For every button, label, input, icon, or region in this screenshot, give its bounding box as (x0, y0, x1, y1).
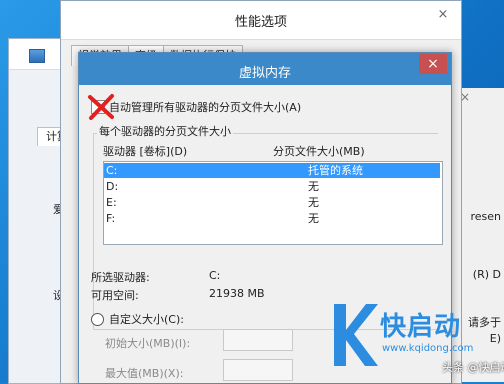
dialog-titlebar: 虚拟内存 × (79, 53, 451, 85)
list-item[interactable]: E: 无 (104, 195, 440, 210)
selected-drive-label: 所选驱动器: (91, 271, 150, 284)
group-label: 每个驱动器的分页文件大小 (97, 123, 233, 139)
drive-size: 无 (308, 180, 319, 193)
watermark-brand: 快启动 (380, 312, 462, 342)
auto-manage-label: 自动管理所有驱动器的分页文件大小(A) (109, 101, 302, 114)
watermark-url: www.kqidong.com (382, 343, 474, 354)
drive-size: 无 (308, 212, 319, 225)
column-header-size: 分页文件大小(MB) (273, 145, 365, 158)
text-fragment: resen (470, 210, 501, 223)
column-header-drive: 驱动器 [卷标](D) (103, 145, 188, 158)
text-fragment: 请多于 (468, 316, 501, 329)
list-item[interactable]: D: 无 (104, 179, 440, 194)
text-fragment: E) (489, 332, 501, 345)
window-title: 性能选项 (234, 15, 287, 30)
dialog-title: 虚拟内存 (238, 66, 291, 81)
list-item[interactable]: F: 无 (104, 211, 440, 226)
partial-window-right: resen (R) D 请多于 E) (455, 88, 504, 382)
initial-size-label: 初始大小(MB)(I): (105, 337, 191, 350)
free-space-label: 可用空间: (91, 289, 139, 302)
close-button[interactable]: × (419, 54, 447, 74)
max-size-input[interactable] (223, 359, 293, 381)
free-space-value: 21938 MB (209, 287, 265, 300)
selected-drive-value: C: (209, 269, 221, 282)
text-fragment: (R) D (472, 268, 501, 281)
paging-file-group: 每个驱动器的分页文件大小 驱动器 [卷标](D) 分页文件大小(MB) C: 托… (93, 123, 443, 333)
drive-size: 托管的系统 (308, 164, 363, 177)
performance-options-titlebar: 性能选项 × (61, 1, 461, 40)
custom-size-option[interactable]: 自定义大小(C): (91, 311, 184, 327)
drive-letter: E: (106, 196, 117, 209)
custom-size-label: 自定义大小(C): (109, 313, 184, 326)
drive-letter: F: (106, 212, 116, 225)
drive-size: 无 (308, 196, 319, 209)
close-icon[interactable]: × (433, 6, 453, 24)
list-item[interactable]: C: 托管的系统 (104, 163, 440, 178)
watermark-credit: 头条 @快启动 (442, 361, 504, 374)
drive-letter: D: (106, 180, 119, 193)
auto-manage-row[interactable]: 自动管理所有驱动器的分页文件大小(A) (91, 99, 301, 115)
custom-size-radio[interactable] (91, 312, 104, 326)
red-cross-mark-icon (88, 94, 114, 120)
watermark-logo-icon (334, 304, 378, 366)
drive-list[interactable]: C: 托管的系统 D: 无 E: 无 F: 无 (103, 161, 443, 245)
drive-letter: C: (106, 164, 118, 177)
computer-icon (29, 49, 45, 63)
max-size-label: 最大值(MB)(X): (105, 367, 184, 380)
initial-size-input[interactable] (223, 329, 293, 351)
